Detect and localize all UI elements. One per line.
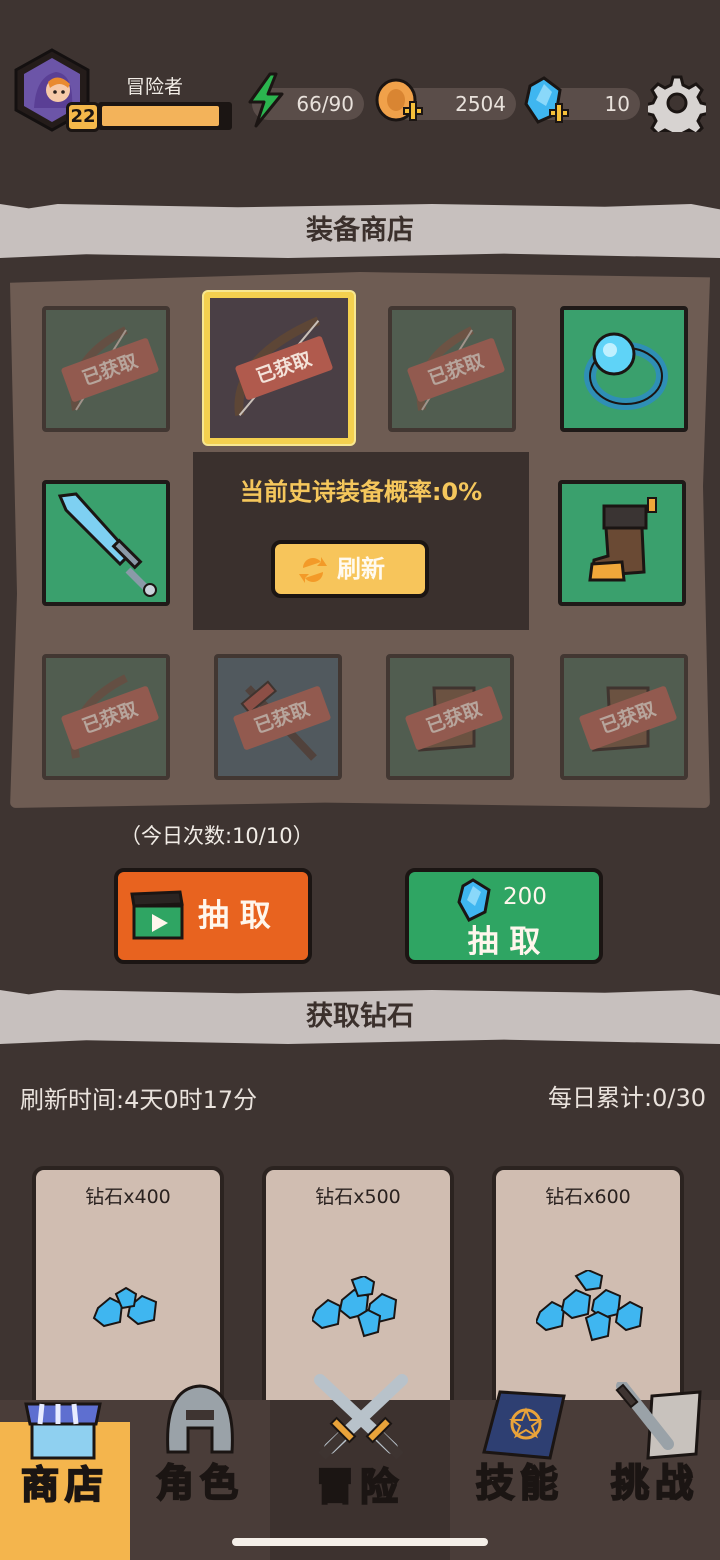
gem-pack-label: 钻石x400 (85, 1186, 171, 1208)
shop-title: 装备商店 (306, 215, 414, 246)
shop-slot-5[interactable] (42, 480, 170, 606)
xp-bar-fill (102, 106, 220, 126)
nav-label-character: 角色 (155, 1460, 244, 1506)
epic-rate-text: 当前史诗装备概率:0% (239, 478, 483, 506)
gem-pile-icon (92, 1286, 158, 1328)
shop-slot-1[interactable]: 已获取 (42, 306, 170, 432)
coin-value: 2504 (455, 92, 506, 116)
nav-tab-shop[interactable]: 商店 (0, 1402, 130, 1560)
draw-gem-button[interactable]: 200 抽 取 (405, 868, 603, 964)
shop-slot-8[interactable]: 已获取 (214, 654, 342, 780)
draw-ad-button[interactable]: 抽 取 (114, 868, 312, 964)
ring-icon (584, 332, 668, 410)
nav-tab-challenge[interactable]: 挑战 (590, 1382, 720, 1560)
refresh-icon (299, 557, 327, 583)
shop-center-panel: 当前史诗装备概率:0% 刷新 (193, 452, 529, 630)
shop-slot-3[interactable]: 已获取 (388, 306, 516, 432)
gem-pack-label: 钻石x500 (315, 1186, 401, 1208)
spellbook-icon (482, 1390, 566, 1460)
energy-value: 66/90 (296, 92, 354, 116)
draw-gem-cost: 200 (503, 884, 547, 910)
challenge-scroll-icon (615, 1382, 702, 1460)
shop-slot-2-selected[interactable]: 已获取 (204, 292, 354, 444)
nav-tab-skills[interactable]: 技能 (450, 1390, 590, 1560)
gem-value: 10 (604, 92, 630, 116)
video-clapper-icon (130, 890, 184, 940)
shop-slot-9[interactable]: 已获取 (386, 654, 514, 780)
xp-bar (98, 102, 232, 130)
draw-ad-label: 抽 取 (198, 898, 271, 934)
nav-label-challenge: 挑战 (610, 1460, 699, 1506)
gem-pack-card-400[interactable]: 钻石x400 (32, 1166, 224, 1416)
lightning-icon (244, 72, 288, 132)
nav-label-adventure: 冒险 (315, 1464, 404, 1510)
gems-title: 获取钻石 (306, 1001, 414, 1032)
shop-slot-6[interactable] (558, 480, 686, 606)
shop-slot-10[interactable]: 已获取 (560, 654, 688, 780)
crossed-swords-icon (314, 1374, 408, 1460)
gem-pile-icon (536, 1270, 644, 1342)
gem-refresh-time: 刷新时间:4天0时17分 (20, 1086, 258, 1114)
player-name: 冒险者 (126, 76, 184, 98)
nav-tab-adventure[interactable]: 冒险 (270, 1374, 450, 1560)
bottom-nav: 商店 角色 冒险 技能 挑战 (0, 1374, 720, 1560)
boot-icon (588, 497, 657, 582)
refresh-label: 刷新 (337, 555, 385, 583)
daily-draw-count: （今日次数:10/10） (120, 824, 314, 848)
shop-slot-7[interactable]: 已获取 (42, 654, 170, 780)
coin-add-icon[interactable] (374, 78, 426, 132)
nav-label-skills: 技能 (475, 1460, 564, 1506)
home-indicator (232, 1538, 488, 1546)
gear-icon[interactable] (643, 74, 711, 143)
shop-stall-icon (24, 1402, 102, 1460)
shop-slot-4[interactable] (560, 306, 688, 432)
helmet-icon (166, 1384, 234, 1454)
level-badge: 22 (66, 102, 100, 132)
nav-tab-character[interactable]: 角色 (130, 1384, 270, 1560)
draw-gem-label: 抽 取 (467, 924, 541, 960)
gem-pack-label: 钻石x600 (545, 1186, 631, 1208)
gem-pack-card-600[interactable]: 钻石x600 (492, 1166, 684, 1416)
sword-icon (57, 492, 157, 597)
gem-daily-total: 每日累计:0/30 (548, 1084, 706, 1112)
nav-label-shop: 商店 (20, 1462, 109, 1508)
top-hud: 22 冒险者 66/90 2504 10 (0, 40, 720, 150)
gem-pile-icon (312, 1276, 398, 1338)
gem-add-icon[interactable] (522, 76, 572, 132)
refresh-button[interactable]: 刷新 (271, 540, 429, 598)
